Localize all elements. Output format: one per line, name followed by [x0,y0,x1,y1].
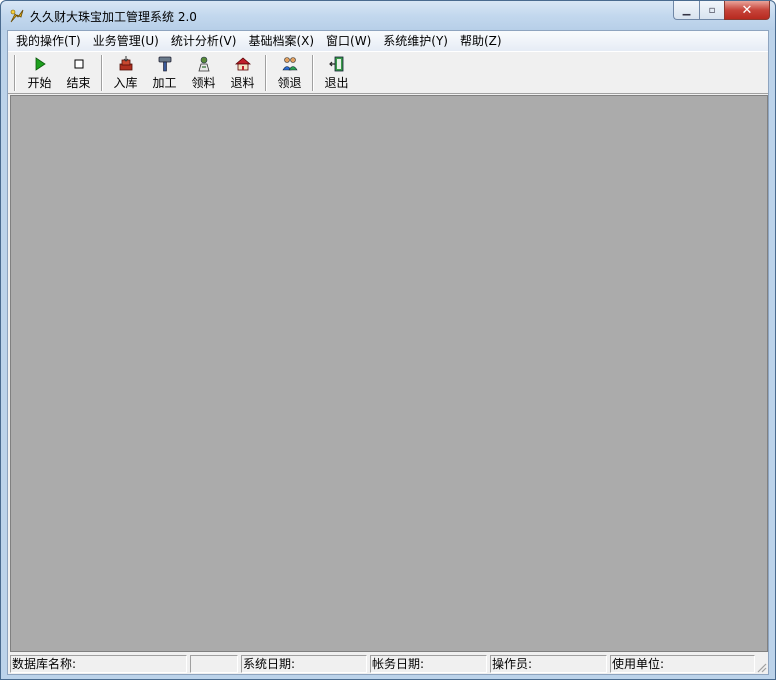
end-label: 结束 [66,76,91,90]
exit-door-icon [328,56,343,72]
toolbar: 开始 结束 入库 加工 领料 退料 领退 退出 [8,51,768,94]
status-system-date: 系统日期: [241,654,367,673]
toolbar-separator [101,55,103,91]
start-label: 开始 [27,76,52,90]
end-button[interactable]: 结束 [59,52,98,92]
pickup-return-label: 领退 [277,76,302,90]
status-empty-panel [190,654,238,673]
toolbar-grip[interactable] [14,55,16,91]
menu-my-operations[interactable]: 我的操作(T) [10,32,87,50]
menu-statistics[interactable]: 统计分析(V) [165,32,243,50]
material-pickup-icon [197,56,210,72]
status-bar: 数据库名称: 系统日期: 帐务日期: 操作员: 使用单位: [8,653,768,674]
pickup-return-button[interactable]: 领退 [270,52,309,92]
exit-button[interactable]: 退出 [317,52,356,92]
menu-window[interactable]: 窗口(W) [320,32,377,50]
users-icon [281,57,298,71]
menu-basic-records[interactable]: 基础档案(X) [242,32,320,50]
minimize-icon: ▁ [682,4,691,16]
toolbar-separator [312,55,314,91]
material-return-label: 退料 [230,76,255,90]
resize-grip-icon[interactable] [755,661,767,673]
hammer-icon [158,56,171,72]
stock-in-button[interactable]: 入库 [106,52,145,92]
status-organization: 使用单位: [610,654,755,673]
processing-button[interactable]: 加工 [145,52,184,92]
stock-in-icon [119,56,132,71]
client-area: 我的操作(T) 业务管理(U) 统计分析(V) 基础档案(X) 窗口(W) 系统… [7,30,769,675]
stock-in-label: 入库 [113,76,138,90]
window-title: 久久财大珠宝加工管理系统 2.0 [30,10,197,24]
close-button[interactable]: ✕ [724,1,770,20]
menu-bar: 我的操作(T) 业务管理(U) 统计分析(V) 基础档案(X) 窗口(W) 系统… [8,31,768,51]
menu-help[interactable]: 帮助(Z) [454,32,508,50]
minimize-button[interactable]: ▁ [673,1,699,20]
material-pickup-label: 领料 [191,76,216,90]
maximize-button[interactable]: ▫ [699,1,724,20]
status-accounting-date: 帐务日期: [370,654,487,673]
maximize-icon: ▫ [708,4,716,16]
processing-label: 加工 [152,76,177,90]
mdi-workspace[interactable] [10,95,768,652]
close-icon: ✕ [741,2,753,18]
material-return-icon [234,57,251,71]
start-button[interactable]: 开始 [20,52,59,92]
menu-system-maintenance[interactable]: 系统维护(Y) [377,32,454,50]
status-database-name: 数据库名称: [10,654,187,673]
toolbar-separator [265,55,267,91]
title-bar[interactable]: 久久财大珠宝加工管理系统 2.0 ▁ ▫ ✕ [1,1,775,30]
stop-icon [74,59,83,69]
menu-business-management[interactable]: 业务管理(U) [87,32,165,50]
status-operator: 操作员: [490,654,607,673]
material-return-button[interactable]: 退料 [223,52,262,92]
play-icon [35,57,46,71]
exit-label: 退出 [324,76,349,90]
app-window: 久久财大珠宝加工管理系统 2.0 ▁ ▫ ✕ 我的操作(T) 业务管理(U) 统… [0,0,776,680]
material-pickup-button[interactable]: 领料 [184,52,223,92]
app-logo-icon [10,9,24,23]
